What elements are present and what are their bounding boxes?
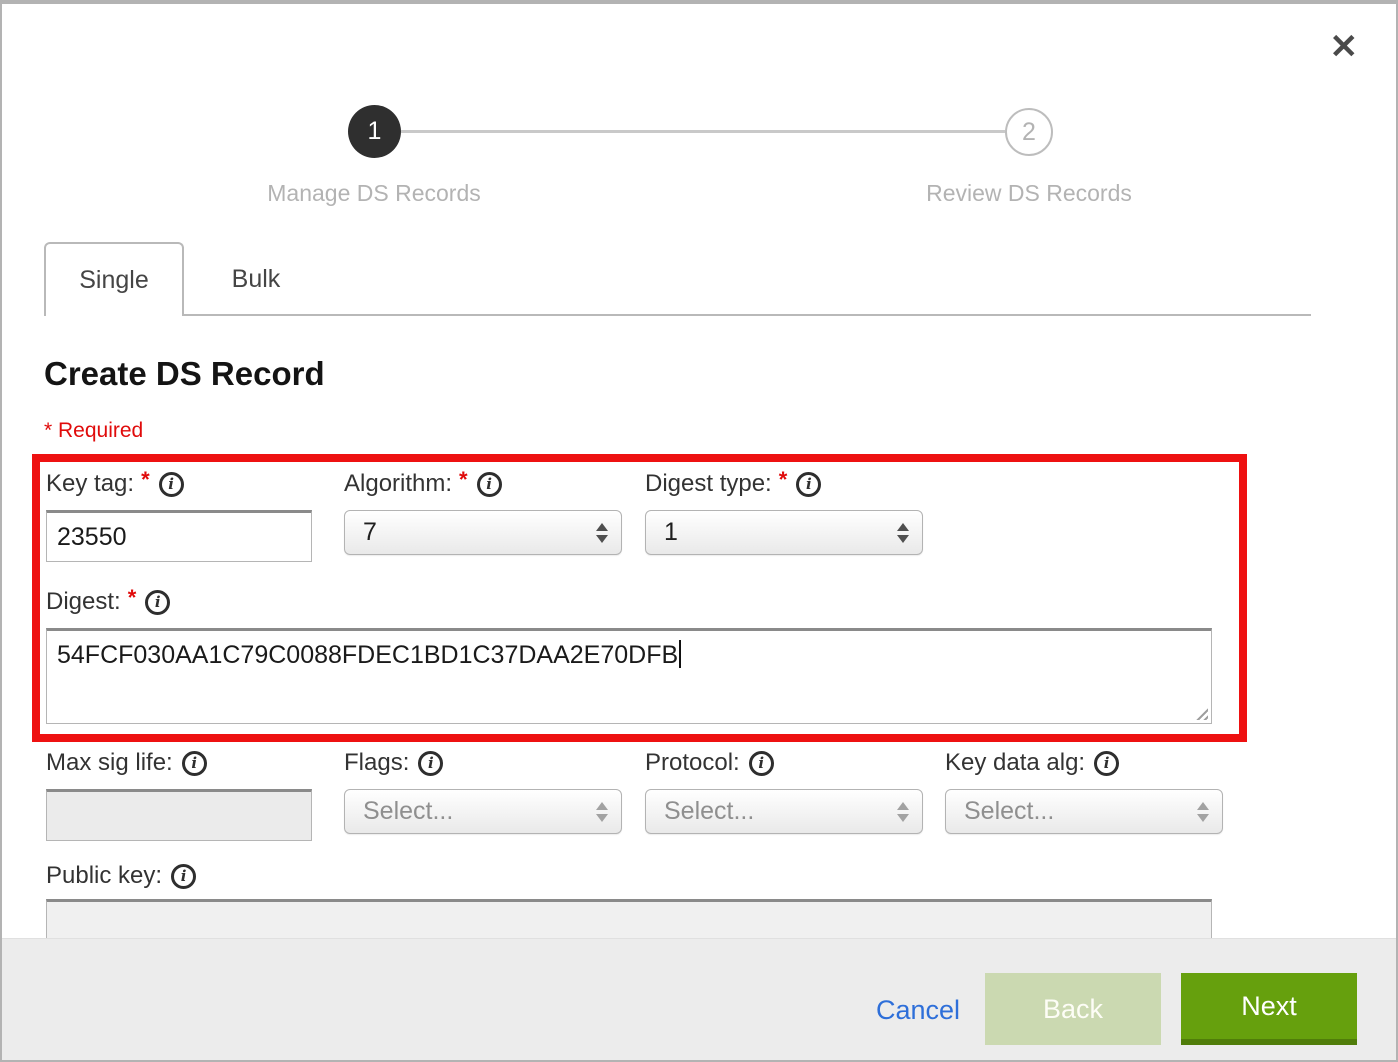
algorithm-field: Algorithm: * i 7 [344, 470, 622, 555]
key-tag-label: Key tag: [46, 470, 134, 498]
flags-field: Flags: i Select... [344, 749, 622, 834]
key-data-alg-select[interactable]: Select... [945, 789, 1223, 834]
required-asterisk: * [459, 467, 468, 493]
page-title: Create DS Record [44, 355, 325, 393]
protocol-select[interactable]: Select... [645, 789, 923, 834]
max-sig-life-field: Max sig life: i [46, 749, 312, 841]
algorithm-label: Algorithm: [344, 470, 452, 498]
algorithm-select-value: 7 [363, 518, 377, 547]
digest-type-label: Digest type: [645, 470, 772, 498]
info-icon[interactable]: i [796, 472, 821, 497]
digest-field: Digest: * i 54FCF030AA1C79C0088FDEC1BD1C… [46, 588, 1212, 724]
required-asterisk: * [141, 467, 150, 493]
algorithm-select[interactable]: 7 [344, 510, 622, 555]
digest-type-select[interactable]: 1 [645, 510, 923, 555]
max-sig-life-input[interactable] [46, 789, 312, 841]
required-asterisk: * [779, 467, 788, 493]
resize-handle-icon[interactable] [1193, 705, 1208, 720]
digest-textarea[interactable]: 54FCF030AA1C79C0088FDEC1BD1C37DAA2E70DFB [46, 628, 1212, 724]
protocol-label: Protocol: [645, 749, 740, 777]
digest-type-field: Digest type: * i 1 [645, 470, 923, 555]
step-1-label: Manage DS Records [214, 180, 534, 207]
info-icon[interactable]: i [171, 864, 196, 889]
info-icon[interactable]: i [145, 590, 170, 615]
protocol-field: Protocol: i Select... [645, 749, 923, 834]
digest-type-select-value: 1 [664, 518, 678, 547]
next-button[interactable]: Next [1181, 973, 1357, 1045]
info-icon[interactable]: i [182, 751, 207, 776]
text-cursor [679, 640, 681, 668]
key-data-alg-select-value: Select... [964, 797, 1054, 826]
info-icon[interactable]: i [749, 751, 774, 776]
step-1-indicator: 1 [348, 105, 401, 158]
close-button[interactable]: ✕ [1330, 30, 1359, 64]
select-spinner-icon [1197, 802, 1209, 822]
select-spinner-icon [897, 802, 909, 822]
select-spinner-icon [596, 802, 608, 822]
required-note: * Required [44, 419, 143, 443]
close-icon: ✕ [1330, 28, 1359, 66]
flags-select[interactable]: Select... [344, 789, 622, 834]
select-spinner-icon [596, 523, 608, 543]
digest-label: Digest: [46, 588, 121, 616]
step-2-label: Review DS Records [869, 180, 1189, 207]
stepper-connector-line [401, 130, 1005, 133]
public-key-label: Public key: [46, 862, 162, 890]
info-icon[interactable]: i [159, 472, 184, 497]
required-asterisk: * [128, 585, 137, 611]
create-ds-record-dialog: ✕ 1 2 Manage DS Records Review DS Record… [0, 0, 1398, 1062]
flags-label: Flags: [344, 749, 409, 777]
tab-single[interactable]: Single [44, 242, 184, 316]
step-2-indicator: 2 [1005, 108, 1053, 156]
tab-bulk[interactable]: Bulk [186, 242, 326, 316]
info-icon[interactable]: i [477, 472, 502, 497]
step-2-number: 2 [1022, 118, 1036, 147]
key-tag-input[interactable] [46, 510, 312, 562]
cancel-button[interactable]: Cancel [876, 995, 960, 1026]
protocol-select-value: Select... [664, 797, 754, 826]
max-sig-life-label: Max sig life: [46, 749, 173, 777]
info-icon[interactable]: i [418, 751, 443, 776]
key-data-alg-field: Key data alg: i Select... [945, 749, 1223, 834]
step-1-number: 1 [368, 117, 382, 146]
back-button[interactable]: Back [985, 973, 1161, 1045]
key-data-alg-label: Key data alg: [945, 749, 1085, 777]
flags-select-value: Select... [363, 797, 453, 826]
public-key-field: Public key: i [46, 862, 196, 890]
digest-value: 54FCF030AA1C79C0088FDEC1BD1C37DAA2E70DFB [57, 641, 678, 669]
tab-single-label: Single [79, 266, 149, 295]
select-spinner-icon [897, 523, 909, 543]
tab-bulk-label: Bulk [232, 265, 281, 294]
key-tag-field: Key tag: * i [46, 470, 312, 562]
info-icon[interactable]: i [1094, 751, 1119, 776]
